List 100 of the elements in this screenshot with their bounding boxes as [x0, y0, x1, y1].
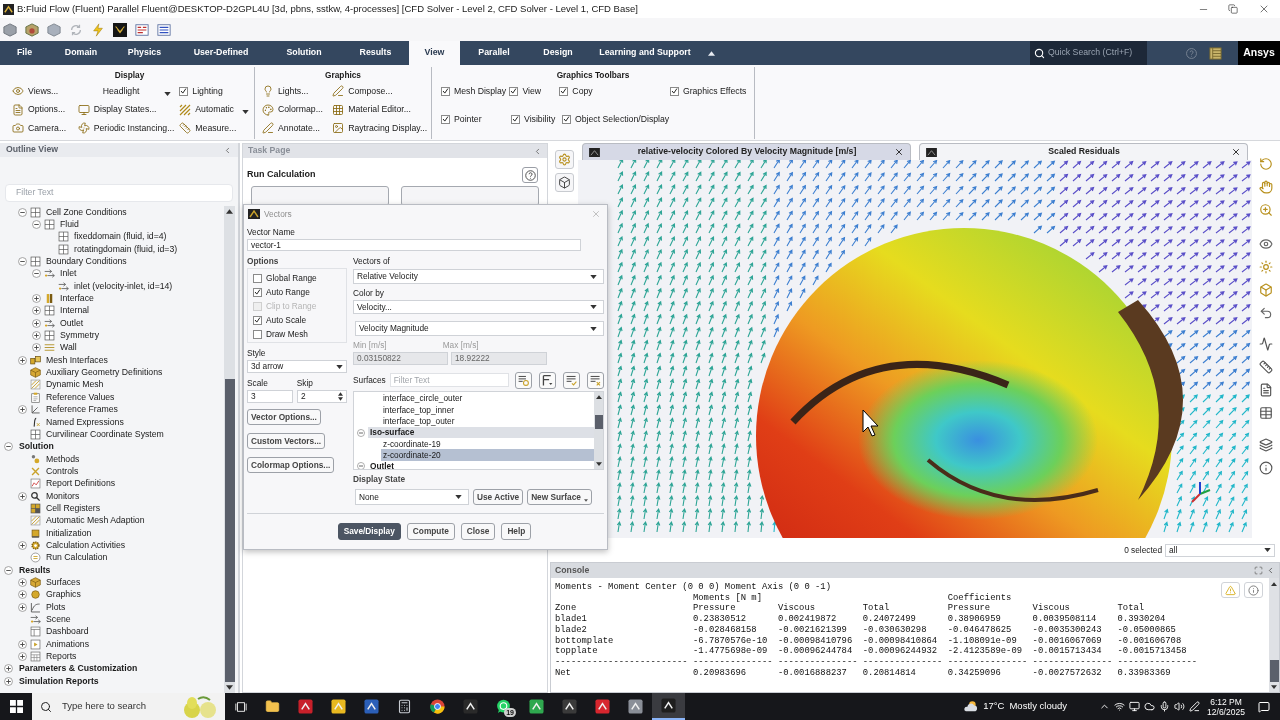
checkbox[interactable]	[441, 86, 450, 96]
checkbox[interactable]	[441, 114, 450, 124]
tree-item[interactable]: Boundary Conditions	[46, 256, 127, 268]
surface-tool-button[interactable]	[515, 371, 532, 389]
checkbox[interactable]	[669, 86, 679, 96]
cube-icon[interactable]	[3, 22, 17, 37]
scroll-down-icon[interactable]	[226, 685, 233, 690]
checkbox[interactable]	[179, 86, 189, 96]
graphics-tab[interactable]: relative-velocity Colored By Velocity Magnitude [m/s]	[582, 143, 911, 160]
panel-icon[interactable]	[1209, 46, 1222, 60]
ribbon-button[interactable]: Measure...	[179, 120, 237, 137]
collapse-ribbon-icon[interactable]	[708, 50, 715, 56]
tree-item[interactable]: Wall	[60, 342, 77, 354]
collapse-icon[interactable]	[17, 207, 27, 217]
surface-item[interactable]: interface_circle_outer	[381, 393, 594, 405]
logo-icon[interactable]	[113, 22, 127, 37]
tree-item[interactable]: fixeddomain (fluid, id=4)	[74, 231, 167, 243]
expand-icon[interactable]	[17, 578, 27, 587]
surface-group[interactable]: Outlet	[368, 460, 594, 469]
rotate-icon[interactable]	[1259, 156, 1273, 171]
tree-item[interactable]: Report Definitions	[46, 478, 116, 490]
search-field[interactable]: Quick Search (Ctrl+F)	[1030, 41, 1147, 65]
tree-item[interactable]: Monitors	[46, 490, 80, 502]
tree-section[interactable]: Simulation Reports	[19, 675, 99, 687]
dialog-button[interactable]: Colormap Options...	[247, 457, 335, 473]
tree-item[interactable]: Dynamic Mesh	[46, 379, 104, 391]
surface-item[interactable]: interface_top_inner	[381, 404, 594, 416]
checkbox[interactable]	[253, 273, 262, 283]
ribbon-button[interactable]: Display States...	[77, 101, 157, 118]
close-icon[interactable]	[1231, 147, 1241, 157]
dialog-button[interactable]: Vector Options...	[247, 409, 321, 425]
ribbon-button[interactable]: Camera...	[12, 120, 67, 137]
expand-icon[interactable]	[17, 405, 27, 415]
scrollbar-thumb[interactable]	[224, 379, 235, 682]
checkbox[interactable]	[511, 114, 520, 124]
scroll-up-icon[interactable]	[226, 209, 233, 214]
document-icon[interactable]	[1259, 382, 1273, 397]
menu-tab[interactable]: View	[409, 41, 460, 65]
close-icon[interactable]	[894, 147, 904, 157]
collapse-icon[interactable]	[31, 220, 41, 229]
expand-icon[interactable]	[17, 491, 27, 501]
skip-field[interactable]: 2	[297, 390, 347, 403]
menu-tab[interactable]: Design	[528, 41, 588, 65]
layers-icon[interactable]	[1259, 437, 1273, 452]
menu-tab[interactable]: User-Defined	[176, 41, 266, 65]
tree-item[interactable]: Controls	[46, 465, 79, 477]
scroll-down-icon[interactable]	[1271, 685, 1277, 689]
tree-section[interactable]: Solution	[19, 441, 54, 453]
menu-tab[interactable]: Parallel	[460, 41, 528, 65]
cube-icon[interactable]	[25, 22, 39, 37]
tree-item[interactable]: Automatic Mesh Adaption	[46, 515, 145, 527]
collapse-icon[interactable]	[3, 565, 13, 575]
menu-tab[interactable]: File	[0, 41, 49, 65]
tree-item[interactable]: Methods	[46, 453, 80, 465]
expand-icon[interactable]	[31, 318, 41, 328]
dropdown-button[interactable]: Automatic	[179, 101, 249, 118]
table-icon[interactable]	[1259, 405, 1273, 420]
checkbox[interactable]	[253, 287, 262, 297]
tree-item[interactable]: Interface	[60, 293, 94, 305]
dialog-button[interactable]: Close	[460, 523, 496, 540]
tree-item[interactable]: Surfaces	[46, 577, 81, 588]
expand-icon[interactable]	[31, 343, 41, 353]
tree-item[interactable]: Scene	[46, 614, 71, 625]
chart-icon[interactable]	[1259, 336, 1273, 351]
cube-icon[interactable]	[47, 22, 61, 37]
ribbon-button[interactable]: Raytracing Display...	[332, 120, 428, 137]
expand-icon[interactable]	[17, 652, 27, 662]
dialog-button[interactable]: Compute	[406, 523, 455, 540]
ribbon-button[interactable]: Periodic Instancing...	[77, 120, 175, 137]
tree-item[interactable]: Symmetry	[60, 330, 100, 342]
tree-item[interactable]: Dashboard	[46, 626, 89, 638]
graphics-tab[interactable]: Scaled Residuals	[919, 143, 1248, 160]
tree-item[interactable]: Plots	[46, 601, 66, 613]
surface-group[interactable]: Iso-surface	[368, 426, 594, 439]
tree-item[interactable]: Reports	[46, 651, 77, 663]
expand-icon[interactable]	[17, 639, 27, 649]
bars-icon[interactable]	[135, 22, 149, 37]
ribbon-button[interactable]: Lights...	[262, 83, 309, 100]
help-button[interactable]	[522, 167, 538, 183]
expand-icon[interactable]	[3, 664, 13, 674]
dialog-button[interactable]: New Surface	[527, 489, 592, 505]
tree-item[interactable]: Outlet	[60, 317, 84, 329]
zoom-icon[interactable]	[1259, 202, 1273, 217]
eye-icon[interactable]	[1259, 236, 1273, 251]
surface-item[interactable]: z-coordinate-19	[381, 438, 594, 450]
toolbar-button[interactable]	[554, 173, 574, 192]
expand-icon[interactable]	[3, 676, 13, 686]
expand-icon[interactable]	[17, 355, 27, 365]
filter-dropdown[interactable]: all	[1165, 543, 1275, 557]
pen-icon[interactable]	[1189, 701, 1200, 712]
box-icon[interactable]	[1259, 282, 1273, 297]
name-field[interactable]: vector-1	[247, 239, 581, 251]
tree-item[interactable]: Animations	[46, 638, 89, 650]
spinner-icon[interactable]	[338, 392, 343, 401]
surface-tool-button[interactable]	[563, 371, 580, 389]
info-button[interactable]	[1244, 582, 1263, 598]
hand-icon[interactable]	[1259, 179, 1273, 194]
surface-tool-button[interactable]	[587, 371, 604, 389]
collapse-icon[interactable]	[1266, 566, 1275, 575]
surface-tool-button[interactable]	[539, 371, 556, 389]
